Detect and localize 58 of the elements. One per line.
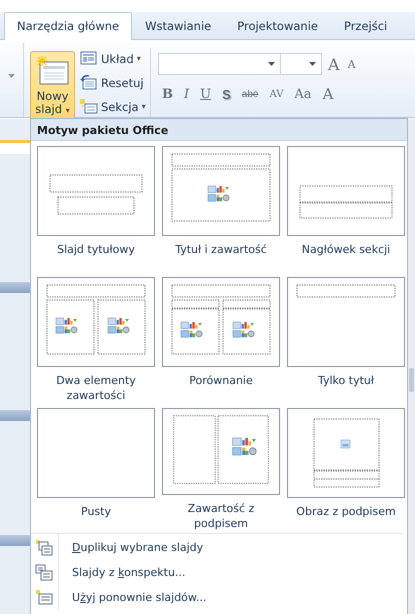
content-icon — [56, 318, 78, 334]
layout-thumbnail[interactable] — [37, 277, 155, 367]
layout-label: Tylko tytuł — [316, 373, 375, 388]
caret-icon[interactable] — [268, 62, 275, 66]
content-icon — [208, 186, 230, 202]
picture-icon — [340, 440, 350, 448]
layout-label: Obraz z podpisem — [296, 504, 396, 519]
section-icon — [80, 98, 98, 115]
layout-thumbnail[interactable] — [37, 146, 155, 236]
new-slides-icon — [35, 539, 53, 556]
reset-icon — [80, 74, 98, 91]
content-icon — [232, 322, 254, 338]
color-button[interactable]: A — [318, 85, 338, 103]
case-button[interactable]: Aa — [290, 86, 316, 102]
layout-thumbnail[interactable] — [287, 408, 405, 498]
gallery-heading: Motyw pakietu Office — [31, 119, 407, 141]
shadow-button[interactable]: S — [218, 86, 235, 102]
layout-label: Nagłówek sekcji — [300, 242, 392, 257]
content-icon — [180, 322, 202, 338]
font-name-field[interactable] — [158, 53, 281, 75]
layout-label: Zawartość z podpisem — [186, 501, 256, 531]
layout-thumbnail[interactable] — [37, 408, 155, 498]
ribbon-tab[interactable]: Przejści — [330, 12, 400, 40]
ribbon-tab[interactable]: Wstawianie — [132, 12, 224, 40]
slides-icon — [35, 564, 53, 581]
layout-thumbnail[interactable] — [162, 146, 280, 236]
spacing-button[interactable]: AV — [265, 88, 288, 100]
layout-label: Pusty — [80, 504, 112, 519]
bold-button[interactable]: B — [158, 86, 177, 102]
menu-item[interactable]: Duplikuj wybrane slajdy — [31, 535, 407, 560]
menu-item[interactable]: Slajdy z konspektu... — [31, 560, 407, 585]
content-icon — [108, 318, 130, 334]
shrink-font-button[interactable]: A — [346, 58, 358, 70]
slide-icon — [36, 56, 70, 86]
scrollbar[interactable] — [408, 119, 415, 614]
ribbon-button[interactable]: Układ ▾ — [78, 48, 150, 69]
caret-icon[interactable] — [309, 62, 316, 66]
layout-label: Dwa elementy zawartości — [55, 373, 137, 403]
layout-label: Porównanie — [188, 373, 254, 388]
menu-item[interactable]: Użyj ponownie slajdów... — [31, 585, 407, 610]
ribbon-button[interactable]: Sekcja ▾ — [78, 96, 150, 117]
content-icon — [232, 438, 257, 456]
ribbon-button[interactable]: Resetuj — [78, 72, 150, 93]
ribbon-tab[interactable]: Narzędzia główne — [4, 12, 132, 40]
layout-thumbnail[interactable] — [287, 146, 405, 236]
layout-label: Tytuł i zawartość — [174, 242, 268, 257]
layout-thumbnail[interactable] — [287, 277, 405, 367]
layout-icon — [80, 50, 98, 67]
grow-font-button[interactable]: A — [326, 54, 342, 74]
underline-button[interactable]: U — [196, 86, 216, 102]
ribbon-tab[interactable]: Projektowanie — [224, 12, 331, 40]
layout-thumbnail[interactable] — [162, 408, 280, 495]
strike-button[interactable]: abe — [238, 88, 262, 100]
layout-thumbnail[interactable] — [162, 277, 280, 367]
new-slides-icon — [35, 589, 53, 606]
font-size-field[interactable] — [280, 53, 322, 75]
layout-label: Slajd tytułowy — [56, 242, 136, 257]
italic-button[interactable]: I — [180, 86, 194, 102]
